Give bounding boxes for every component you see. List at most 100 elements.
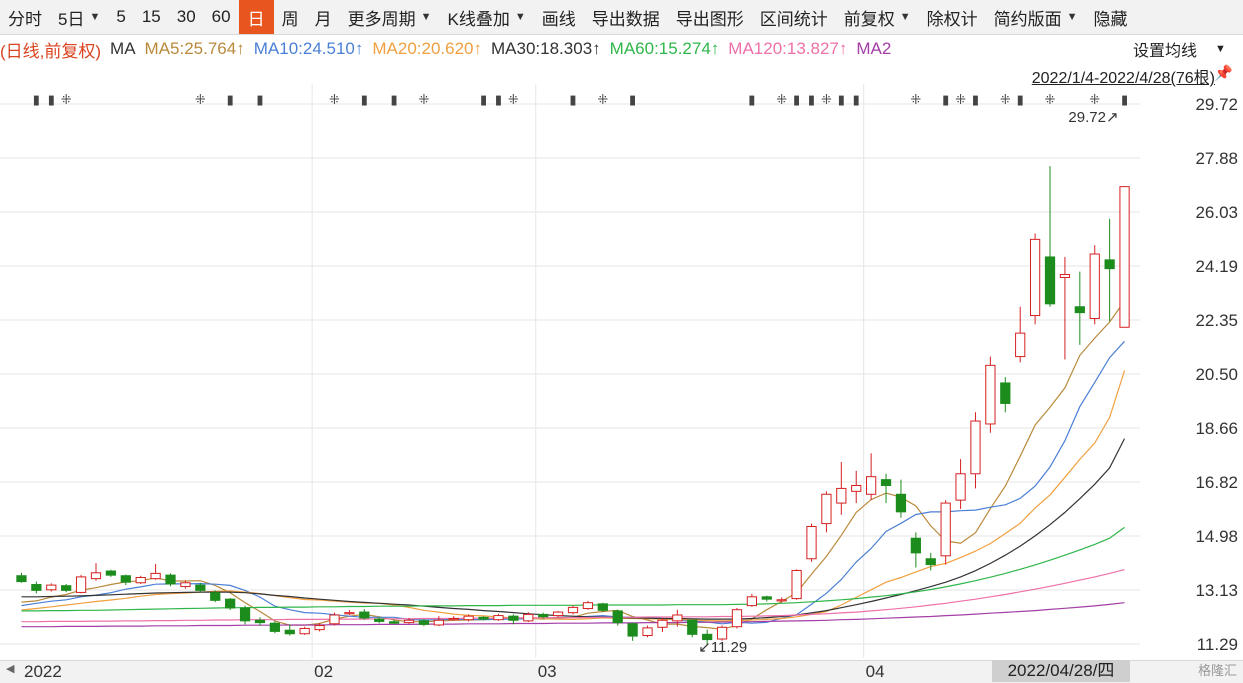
left-arrow-icon[interactable]: ◀ <box>6 662 14 675</box>
candle-body <box>1000 382 1011 404</box>
ma-label: MA <box>110 39 136 58</box>
toolbar-item-label: K线叠加 <box>447 9 510 29</box>
ma-legend: (日线,前复权) MA MA5:25.764↑ MA10:24.510↑ MA20:… <box>0 36 1243 62</box>
toolbar-item-9[interactable]: 更多周期 ▼ <box>340 0 440 34</box>
candle-body <box>61 585 72 591</box>
ma-legend-item: MA2 <box>856 39 892 58</box>
candle-body <box>791 569 802 600</box>
event-marker-icon: ▮ <box>853 93 860 108</box>
toolbar-item-label: 更多周期 <box>347 9 416 29</box>
candle-body <box>970 420 981 475</box>
toolbar-item-6[interactable]: 日 <box>238 0 274 34</box>
event-marker-icon: ▮ <box>838 93 845 108</box>
toolbar-item-16[interactable]: 除权计 <box>919 0 986 34</box>
candle-body <box>866 476 877 495</box>
x-tick-label: 04 <box>865 662 885 681</box>
candle-body <box>895 493 907 513</box>
candle-body <box>225 598 236 609</box>
event-marker-icon: ⁜ <box>508 93 519 108</box>
candle-body <box>642 627 653 637</box>
event-marker-icon: ▮ <box>629 93 636 108</box>
candle-body <box>940 502 951 557</box>
candle-body <box>776 599 787 602</box>
chevron-down-icon: ▼ <box>899 11 911 23</box>
toolbar-item-18[interactable]: 隐藏 <box>1086 0 1136 34</box>
pin-icon[interactable]: 📌 <box>1214 64 1233 82</box>
candle-body <box>1074 306 1085 314</box>
candle-body <box>746 596 758 607</box>
candle-body <box>388 621 400 624</box>
y-tick-label: 29.72 <box>1195 95 1238 114</box>
toolbar-item-14[interactable]: 区间统计 <box>752 0 836 34</box>
toolbar-item-label: 5 <box>116 7 126 26</box>
candle-body <box>1104 259 1115 270</box>
candle-body <box>806 526 817 560</box>
event-marker-icon: ▮ <box>48 93 55 108</box>
toolbar-item-0[interactable]: 分时 <box>0 0 50 34</box>
candle-body <box>195 584 206 591</box>
toolbar-item-10[interactable]: K线叠加 ▼ <box>439 0 533 34</box>
y-tick-label: 22.35 <box>1195 311 1238 330</box>
ma-settings-label: 设置均线 <box>1133 43 1198 60</box>
candle-body <box>284 629 295 635</box>
x-tick-label: 02 <box>314 662 334 681</box>
toolbar-item-15[interactable]: 前复权 ▼ <box>836 0 919 34</box>
candle-body <box>552 611 564 617</box>
toolbar-item-17[interactable]: 简约版面 ▼ <box>986 0 1086 34</box>
candle-body <box>448 618 459 621</box>
candle-body <box>523 613 534 622</box>
candle-body <box>239 607 251 622</box>
candle-body <box>31 584 42 591</box>
toolbar-item-7[interactable]: 周 <box>274 0 307 34</box>
candle-body <box>716 626 728 640</box>
candle-body <box>418 620 430 625</box>
candle-body <box>329 614 340 625</box>
ma-settings-dropdown[interactable]: 设置均线 ▼ <box>1123 36 1243 62</box>
date-badge: 2022/04/28/四 <box>992 660 1130 682</box>
candle-body <box>508 615 519 621</box>
toolbar-item-label: 前复权 <box>843 9 895 29</box>
watermark-logo: 格隆汇 <box>1197 663 1237 678</box>
candle-body <box>880 479 892 486</box>
event-marker-icon: ▮ <box>391 93 398 108</box>
y-tick-label: 27.88 <box>1195 149 1238 168</box>
event-marker-icon: ⁜ <box>418 93 429 108</box>
candle-body <box>538 613 549 618</box>
toolbar: 分时 5日 ▼ 5 15 30 60 日周月更多周期 ▼ K线叠加 ▼ 画线 导出数据 导出图形 区间统计前… <box>0 0 1243 35</box>
candle-body <box>672 614 683 622</box>
toolbar-item-label: 除权计 <box>926 9 978 29</box>
chevron-down-icon: ▼ <box>1215 43 1226 55</box>
toolbar-item-label: 60 <box>211 7 231 26</box>
candle-body <box>821 493 832 525</box>
toolbar-item-3[interactable]: 15 <box>134 0 169 34</box>
toolbar-item-4[interactable]: 30 <box>169 0 204 34</box>
toolbar-item-8[interactable]: 月 <box>307 0 340 34</box>
toolbar-item-13[interactable]: 导出图形 <box>668 0 752 34</box>
candle-body <box>925 558 936 566</box>
ma-line-ma5 <box>21 300 1125 630</box>
event-marker-icon: ⁜ <box>1045 93 1056 108</box>
y-tick-label: 18.66 <box>1195 419 1238 438</box>
candle-body <box>1059 274 1071 278</box>
toolbar-item-5[interactable]: 60 <box>204 0 239 34</box>
candle-body <box>374 618 385 622</box>
candle-body <box>478 616 489 620</box>
candle-body <box>955 473 966 501</box>
toolbar-item-11[interactable]: 画线 <box>534 0 584 34</box>
event-marker-icon: ▮ <box>569 93 576 108</box>
candle-body <box>75 576 87 593</box>
ma-legend-item: MA5:25.764↑ <box>144 39 245 58</box>
candle-body <box>344 612 355 615</box>
toolbar-item-label: 15 <box>141 7 161 26</box>
event-marker-icon: ▮ <box>1017 93 1024 108</box>
toolbar-item-2[interactable]: 5 <box>108 0 133 34</box>
price-annotation: ↙11.29 <box>698 639 747 656</box>
candle-body <box>597 603 608 611</box>
toolbar-item-1[interactable]: 5日 ▼ <box>50 0 108 34</box>
event-marker-icon: ▮ <box>942 93 949 108</box>
ma-legend-item: MA20:20.620↑ <box>372 39 483 58</box>
candle-body <box>567 606 579 614</box>
candle-body <box>761 596 772 600</box>
toolbar-item-12[interactable]: 导出数据 <box>584 0 668 34</box>
candle-body <box>731 609 743 628</box>
